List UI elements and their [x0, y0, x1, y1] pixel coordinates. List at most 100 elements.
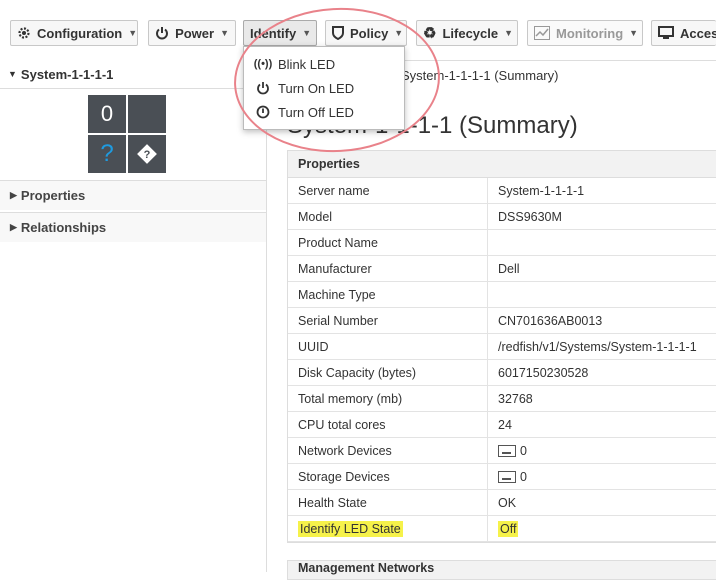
power-icon [155, 25, 169, 41]
turn-on-led-item[interactable]: Turn On LED [244, 76, 404, 100]
identify-button[interactable]: Identify ▼ [243, 20, 317, 46]
table-row: Storage Devices 0 [288, 464, 716, 490]
property-key-label: Product Name [298, 235, 378, 250]
empty-tile [128, 95, 166, 133]
property-key-label: Model [298, 209, 333, 224]
table-row: Machine Type [288, 282, 716, 308]
access-label: Access [680, 25, 716, 41]
blink-led-label: Blink LED [278, 56, 336, 72]
unknown-status-tile[interactable]: ? [88, 135, 126, 173]
property-key-label: Machine Type [298, 287, 376, 302]
properties-heading: Properties [288, 151, 716, 178]
lifecycle-button[interactable]: ♻ Lifecycle ▼ [416, 20, 518, 46]
chevron-down-icon: ▼ [302, 28, 312, 38]
property-key: Manufacturer [288, 256, 488, 281]
properties-table: Properties Server name System-1-1-1-1 Mode… [287, 150, 716, 543]
property-value-text: Dell [498, 261, 520, 276]
property-key-label: Identify LED State [298, 520, 403, 537]
property-value-text: 32768 [498, 391, 533, 406]
table-row: Health State OK [288, 490, 716, 516]
power-off-icon [254, 105, 272, 119]
property-value-text: 0 [520, 443, 527, 458]
chevron-down-icon: ▼ [128, 28, 138, 38]
chevron-down-icon: ▼ [629, 28, 639, 38]
table-row: Network Devices 0 [288, 438, 716, 464]
property-key: Disk Capacity (bytes) [288, 360, 488, 385]
property-value: 0 [488, 438, 716, 463]
property-value: 24 [488, 412, 716, 437]
breadcrumb: System-1-1-1-1 (Summary) [401, 68, 559, 83]
property-key-label: Health State [298, 495, 367, 510]
shield-icon [332, 25, 344, 41]
property-value-text: CN701636AB0013 [498, 313, 603, 328]
unknown-diamond-tile[interactable]: ? [128, 135, 166, 173]
property-key-label: CPU total cores [298, 417, 386, 432]
identify-label: Identify [250, 25, 297, 41]
properties-section[interactable]: ▶ Properties [0, 180, 266, 210]
turn-on-led-label: Turn On LED [278, 80, 355, 96]
recycle-icon: ♻ [423, 25, 437, 42]
property-key: Identify LED State [288, 516, 488, 541]
table-row: Product Name [288, 230, 716, 256]
table-row: Disk Capacity (bytes) 6017150230528 [288, 360, 716, 386]
properties-section-label: Properties [20, 188, 86, 203]
system-name: System-1-1-1-1 [20, 66, 114, 82]
chevron-down-icon: ▼ [504, 28, 514, 38]
property-value: 6017150230528 [488, 360, 716, 385]
power-icon [254, 81, 272, 95]
power-label: Power [175, 25, 215, 41]
property-value [488, 282, 716, 307]
property-value-text: DSS9630M [498, 209, 562, 224]
property-value: System-1-1-1-1 [488, 178, 716, 203]
property-key-label: Manufacturer [298, 261, 372, 276]
property-value: CN701636AB0013 [488, 308, 716, 333]
chevron-right-icon: ▶ [10, 222, 17, 232]
property-key-label: Network Devices [298, 443, 392, 458]
broadcast-icon: ((•)) [253, 58, 273, 70]
property-key: Model [288, 204, 488, 229]
access-button[interactable]: Access [651, 20, 716, 46]
table-row: Model DSS9630M [288, 204, 716, 230]
identify-menu: ((•)) Blink LED Turn On LED Turn Off LED [243, 46, 405, 130]
property-value-text: OK [498, 495, 517, 510]
property-value: /redfish/v1/Systems/System-1-1-1-1 [488, 334, 716, 359]
lifecycle-label: Lifecycle [442, 25, 499, 41]
table-row: Server name System-1-1-1-1 [288, 178, 716, 204]
property-key: Network Devices [288, 438, 488, 463]
property-value: DSS9630M [488, 204, 716, 229]
property-value-text: Off [498, 520, 519, 537]
property-key: UUID [288, 334, 488, 359]
svg-text:?: ? [144, 149, 151, 161]
network-card-icon [498, 444, 516, 457]
status-tiles: 0 ? ? [88, 95, 166, 173]
property-key: Serial Number [288, 308, 488, 333]
relationships-section-label: Relationships [20, 220, 107, 235]
chevron-down-icon: ▼ [8, 69, 17, 79]
monitoring-button[interactable]: Monitoring ▼ [527, 20, 643, 46]
turn-off-led-label: Turn Off LED [278, 104, 354, 120]
property-value-text: 6017150230528 [498, 365, 589, 380]
policy-label: Policy [350, 25, 389, 41]
turn-off-led-item[interactable]: Turn Off LED [244, 100, 404, 124]
property-key-label: Total memory (mb) [298, 391, 403, 406]
alert-count-tile[interactable]: 0 [88, 95, 126, 133]
property-value-text: /redfish/v1/Systems/System-1-1-1-1 [498, 339, 697, 354]
table-row: Manufacturer Dell [288, 256, 716, 282]
configuration-button[interactable]: Configuration ▼ [10, 20, 138, 46]
power-button[interactable]: Power ▼ [148, 20, 236, 46]
table-row: Identify LED State Off [288, 516, 716, 542]
property-value: Dell [488, 256, 716, 281]
property-key-label: Serial Number [298, 313, 378, 328]
property-key: Product Name [288, 230, 488, 255]
blink-led-item[interactable]: ((•)) Blink LED [244, 52, 404, 76]
monitor-icon [658, 25, 674, 41]
property-key: Machine Type [288, 282, 488, 307]
property-value [488, 230, 716, 255]
system-tree-header[interactable]: ▼ System-1-1-1-1 [0, 60, 266, 89]
property-key-label: Storage Devices [298, 469, 390, 484]
relationships-section[interactable]: ▶ Relationships [0, 212, 266, 242]
property-key: CPU total cores [288, 412, 488, 437]
property-key-label: Disk Capacity (bytes) [298, 365, 417, 380]
gear-icon [17, 25, 31, 41]
policy-button[interactable]: Policy ▼ [325, 20, 407, 46]
